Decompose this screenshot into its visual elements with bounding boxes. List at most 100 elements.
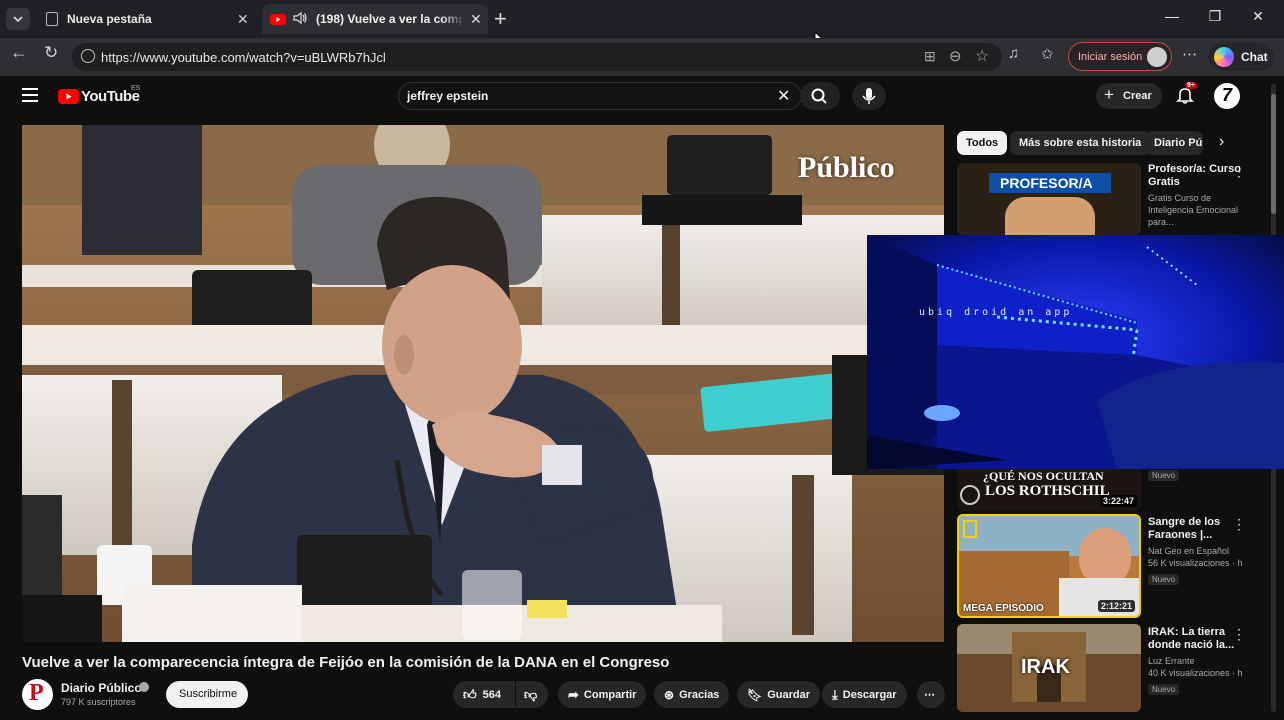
zoom-icon[interactable]: ⊖ (949, 47, 962, 65)
subscriber-count: 797 K suscriptores (61, 697, 136, 707)
thanks-icon: ⊛ (664, 687, 675, 702)
close-icon[interactable]: ✕ (470, 11, 482, 28)
favorite-star-icon[interactable]: ☆ (975, 46, 989, 66)
sign-in-label: Iniciar sesión (1078, 51, 1143, 63)
thumbnail-text: MEGA EPISODIO (963, 603, 1044, 614)
avatar-logo-icon: 7 (1222, 85, 1233, 105)
address-bar[interactable]: https://www.youtube.com/watch?v=uBLWRb7h… (72, 43, 1002, 71)
channel-badge-icon (963, 520, 977, 538)
url-text[interactable]: https://www.youtube.com/watch?v=uBLWRb7h… (101, 50, 386, 65)
recommendation-thumbnail[interactable]: MEGA EPISODIO 2:12:21 (957, 514, 1141, 618)
video-frame (22, 125, 944, 642)
recommendation-views: 40 K visualizaciones · h (1148, 668, 1243, 678)
back-icon[interactable]: ← (10, 42, 28, 63)
picture-in-picture-overlay[interactable]: ubiq droid an app (867, 235, 1284, 469)
recommendation-thumbnail[interactable]: IRAK (957, 624, 1141, 712)
save-button[interactable]: 🔖︎ Guardar (737, 681, 821, 708)
thumbnail-text: PROFESOR/A (1000, 175, 1093, 191)
site-info-icon[interactable] (81, 49, 95, 63)
overlay-text: ubiq droid an app (919, 307, 1073, 318)
channel-logo-icon: P (29, 680, 44, 706)
channel-avatar[interactable]: P (22, 679, 53, 710)
clear-search-icon[interactable]: ✕ (777, 86, 790, 106)
more-vert-icon[interactable]: ⋮ (1232, 163, 1246, 180)
overlay-video-frame (867, 235, 1284, 469)
thumbnail-text: ¿QUÉ NOS OCULTAN (983, 469, 1104, 483)
youtube-page: YouTube ES jeffrey epstein ✕ + Crear 9+ … (0, 76, 1284, 720)
video-title: Vuelve a ver la comparecencia íntegra de… (22, 654, 670, 671)
reload-icon[interactable]: ↻ (44, 43, 58, 63)
dislike-button[interactable]: 👎︎ (516, 681, 548, 708)
notification-badge: 9+ (1185, 82, 1197, 89)
verified-icon (139, 682, 149, 692)
browser-toolbar: ← ↻ https://www.youtube.com/watch?v=uBLW… (0, 38, 1284, 76)
video-duration: 2:12:21 (1097, 600, 1135, 612)
new-badge: Nuevo (1148, 684, 1180, 695)
restore-icon[interactable]: ❐ (1203, 8, 1227, 30)
youtube-play-icon (58, 89, 79, 104)
search-button[interactable] (800, 82, 840, 110)
subscribe-button[interactable]: Suscribirme (166, 681, 248, 708)
notifications-button[interactable]: 9+ (1175, 82, 1199, 107)
chip-todos[interactable]: Todos (957, 131, 1008, 155)
window-close-icon[interactable]: ✕ (1246, 8, 1270, 30)
thanks-button[interactable]: ⊛ Gracias (654, 681, 730, 708)
chip-label: Diario Públ (1154, 137, 1203, 149)
more-actions-button[interactable]: ⋯ (917, 681, 945, 708)
more-options-icon[interactable]: ⋯ (1182, 45, 1197, 63)
thumbnail-text: LOS ROTHSCHIL (985, 483, 1110, 499)
recommendation-channel: Luz Errante (1148, 656, 1195, 666)
new-tab-icon[interactable]: + (494, 6, 507, 32)
search-input[interactable]: jeffrey epstein (407, 89, 488, 103)
seal-icon (960, 485, 980, 505)
chip-diario-publico[interactable]: Diario Públ (1145, 131, 1203, 155)
thumbs-down-icon: 👎︎ (524, 686, 538, 702)
copilot-icon (1214, 47, 1234, 67)
tab-nueva-pestana[interactable]: Nueva pestaña ✕ (36, 4, 260, 34)
copilot-chat-button[interactable]: Chat (1208, 43, 1274, 71)
youtube-header: YouTube ES jeffrey epstein ✕ + Crear 9+ … (0, 76, 1284, 118)
recommendation-thumbnail[interactable]: PROFESOR/A (957, 163, 1141, 235)
more-vert-icon[interactable]: ⋮ (1232, 626, 1246, 643)
bookmark-icon: 🔖︎ (747, 687, 763, 702)
favorites-icon[interactable]: ✩ (1041, 45, 1054, 63)
youtube-logo[interactable]: YouTube ES (58, 85, 148, 107)
video-player[interactable]: Público (22, 125, 944, 642)
microphone-icon (862, 88, 876, 104)
page-icon (46, 12, 58, 26)
subscribe-label: Suscribirme (179, 688, 238, 700)
recommendation-thumbnail[interactable]: ¿QUÉ NOS OCULTAN LOS ROTHSCHIL 3:22:47 (957, 469, 1141, 511)
create-label: Crear (1123, 90, 1152, 102)
download-button[interactable]: ⤓ Descargar (822, 681, 907, 708)
account-avatar[interactable]: 7 (1214, 83, 1240, 109)
create-button[interactable]: + Crear (1096, 83, 1162, 109)
search-icon (811, 88, 827, 104)
region-code: ES (131, 85, 141, 92)
chip-mas-sobre[interactable]: Más sobre esta historia (1010, 131, 1151, 155)
channel-name[interactable]: Diario Público (61, 681, 142, 695)
like-count: 564 (482, 688, 501, 701)
share-label: Compartir (583, 688, 637, 701)
chat-label: Chat (1241, 50, 1268, 64)
minimize-icon[interactable]: — (1160, 8, 1184, 30)
voice-search-button[interactable] (852, 82, 886, 110)
search-box[interactable]: jeffrey epstein ✕ (398, 82, 802, 110)
thumbnail-text: IRAK (1021, 656, 1070, 678)
thanks-label: Gracias (679, 688, 720, 701)
like-button[interactable]: 👍︎ 564 (453, 681, 515, 708)
scrollbar-thumb[interactable] (1271, 94, 1276, 214)
tab-list-chevron-icon[interactable] (6, 8, 30, 30)
app-available-icon[interactable]: ⊞ (924, 48, 936, 65)
guide-menu-icon[interactable] (22, 88, 38, 102)
share-button[interactable]: ➦ Compartir (558, 681, 647, 708)
sign-in-button[interactable]: Iniciar sesión (1068, 42, 1172, 71)
profile-avatar-icon (1147, 47, 1167, 67)
chevron-right-icon[interactable]: › (1219, 133, 1224, 151)
recommendation-views: 56 K visualizaciones · h (1148, 558, 1243, 568)
more-vert-icon[interactable]: ⋮ (1232, 516, 1246, 533)
close-icon[interactable]: ✕ (237, 11, 249, 28)
tab-title: (198) Vuelve a ver la compare (316, 12, 464, 26)
tab-youtube-video[interactable]: (198) Vuelve a ver la compare ✕ (262, 4, 488, 34)
speaker-icon[interactable] (292, 11, 308, 28)
media-control-icon[interactable]: ♫ (1008, 45, 1019, 62)
